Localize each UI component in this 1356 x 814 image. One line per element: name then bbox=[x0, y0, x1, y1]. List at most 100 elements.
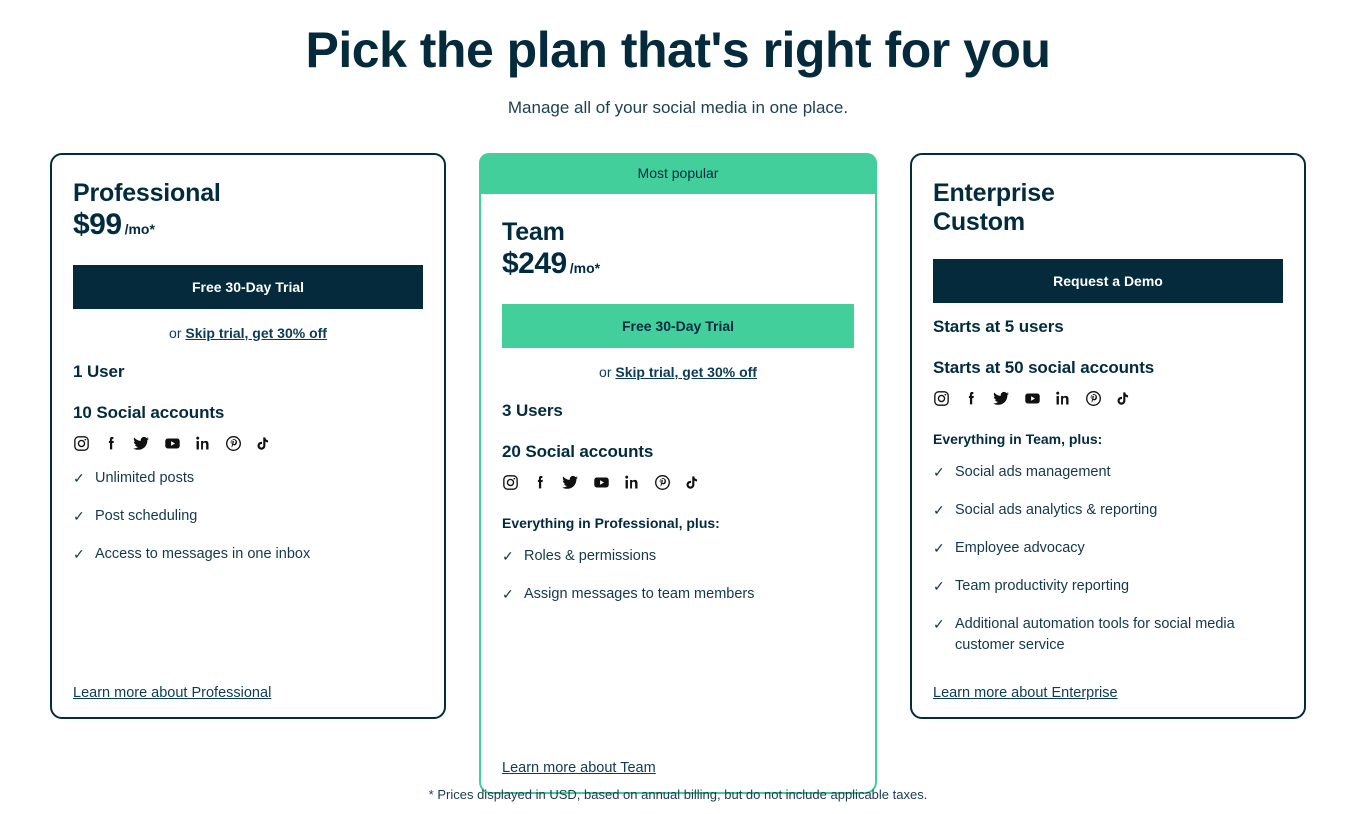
linkedin-icon bbox=[195, 435, 212, 452]
check-icon: ✓ bbox=[933, 500, 945, 520]
skip-trial-link-professional[interactable]: Skip trial, get 30% off bbox=[185, 325, 327, 341]
facebook-icon bbox=[532, 474, 548, 491]
spec-accounts-team: 20 Social accounts bbox=[502, 442, 854, 462]
check-icon: ✓ bbox=[502, 546, 514, 566]
feature-label: Assign messages to team members bbox=[524, 586, 754, 602]
skip-prefix: or bbox=[599, 364, 615, 380]
linkedin-icon bbox=[624, 474, 641, 491]
tiktok-icon bbox=[684, 474, 699, 491]
feature-label: Team productivity reporting bbox=[955, 578, 1129, 594]
check-icon: ✓ bbox=[933, 576, 945, 596]
card-body-enterprise: EnterpriseCustom Request a Demo Starts at … bbox=[910, 153, 1306, 719]
plan-name-team: Team bbox=[502, 216, 854, 248]
check-icon: ✓ bbox=[502, 584, 514, 604]
tiktok-icon bbox=[1115, 390, 1130, 407]
instagram-icon bbox=[933, 390, 950, 407]
price-period: /mo* bbox=[125, 221, 155, 237]
facebook-icon bbox=[103, 435, 119, 452]
most-popular-badge: Most popular bbox=[479, 153, 877, 194]
feature-label: Post scheduling bbox=[95, 508, 197, 524]
twitter-icon bbox=[132, 435, 150, 452]
social-icons-professional bbox=[73, 435, 423, 453]
twitter-icon bbox=[992, 390, 1010, 407]
spec-users-enterprise: Starts at 5 users bbox=[933, 317, 1283, 337]
page-title: Pick the plan that's right for you bbox=[0, 0, 1356, 78]
plus-line-enterprise: Everything in Team, plus: bbox=[933, 431, 1283, 447]
pinterest-icon bbox=[1085, 390, 1102, 407]
price-amount: $99 bbox=[73, 208, 122, 241]
feature-item: ✓ Access to messages in one inbox bbox=[73, 544, 423, 565]
feature-item: ✓ Assign messages to team members bbox=[502, 584, 854, 605]
twitter-icon bbox=[561, 474, 579, 491]
skip-trial-link-team[interactable]: Skip trial, get 30% off bbox=[615, 364, 757, 380]
card-body-team: Team$249/mo* Free 30-Day Trial or Skip tri… bbox=[479, 194, 877, 794]
skip-trial-row-team: or Skip trial, get 30% off bbox=[502, 364, 854, 380]
plus-line-team: Everything in Professional, plus: bbox=[502, 515, 854, 531]
skip-prefix: or bbox=[169, 325, 185, 341]
feature-item: ✓ Roles & permissions bbox=[502, 546, 854, 567]
youtube-icon bbox=[592, 474, 611, 491]
feature-label: Unlimited posts bbox=[95, 470, 194, 486]
cta-button-enterprise[interactable]: Request a Demo bbox=[933, 259, 1283, 303]
feature-item: ✓ Social ads management bbox=[933, 462, 1283, 483]
skip-trial-row-professional: or Skip trial, get 30% off bbox=[73, 325, 423, 341]
instagram-icon bbox=[73, 435, 90, 452]
page-subtitle: Manage all of your social media in one p… bbox=[0, 98, 1356, 118]
feature-item: ✓ Social ads analytics & reporting bbox=[933, 500, 1283, 521]
spec-accounts-enterprise: Starts at 50 social accounts bbox=[933, 358, 1283, 378]
feature-item: ✓ Additional automation tools for social … bbox=[933, 614, 1283, 656]
price-amount: $249 bbox=[502, 247, 567, 280]
check-icon: ✓ bbox=[933, 538, 945, 558]
feature-label: Roles & permissions bbox=[524, 548, 656, 564]
tiktok-icon bbox=[255, 435, 270, 452]
feature-list-professional: ✓ Unlimited posts ✓ Post scheduling ✓ Access … bbox=[73, 468, 423, 582]
check-icon: ✓ bbox=[933, 614, 945, 634]
spec-users-team: 3 Users bbox=[502, 401, 854, 421]
feature-item: ✓ Unlimited posts bbox=[73, 468, 423, 489]
youtube-icon bbox=[1023, 390, 1042, 407]
cta-button-team[interactable]: Free 30-Day Trial bbox=[502, 304, 854, 348]
pricing-disclaimer: * Prices displayed in USD, based on annu… bbox=[0, 787, 1356, 802]
price-period: /mo* bbox=[570, 260, 600, 276]
pricing-card-enterprise: EnterpriseCustom Request a Demo Starts at … bbox=[910, 153, 1306, 719]
plan-price-team: $249/mo* bbox=[502, 247, 854, 282]
pinterest-icon bbox=[654, 474, 671, 491]
linkedin-icon bbox=[1055, 390, 1072, 407]
spec-users-professional: 1 User bbox=[73, 362, 423, 382]
price-amount: Custom bbox=[933, 208, 1025, 236]
youtube-icon bbox=[163, 435, 182, 452]
facebook-icon bbox=[963, 390, 979, 407]
pricing-page: Pick the plan that's right for you Manag… bbox=[0, 0, 1356, 814]
learn-more-link-team[interactable]: Learn more about Team bbox=[502, 760, 656, 776]
plan-name-enterprise: Enterprise bbox=[933, 177, 1283, 209]
spec-accounts-professional: 10 Social accounts bbox=[73, 403, 423, 423]
check-icon: ✓ bbox=[73, 544, 85, 564]
feature-item: ✓ Post scheduling bbox=[73, 506, 423, 527]
social-icons-enterprise bbox=[933, 390, 1283, 408]
cta-button-professional[interactable]: Free 30-Day Trial bbox=[73, 265, 423, 309]
feature-list-enterprise: ✓ Social ads management ✓ Social ads analyt… bbox=[933, 462, 1283, 673]
feature-item: ✓ Team productivity reporting bbox=[933, 576, 1283, 597]
pinterest-icon bbox=[225, 435, 242, 452]
instagram-icon bbox=[502, 474, 519, 491]
check-icon: ✓ bbox=[73, 468, 85, 488]
plan-price-professional: $99/mo* bbox=[73, 208, 423, 243]
feature-label: Employee advocacy bbox=[955, 540, 1085, 556]
feature-label: Social ads analytics & reporting bbox=[955, 502, 1157, 518]
pricing-card-professional: Professional$99/mo* Free 30-Day Trial or S… bbox=[50, 153, 446, 719]
feature-label: Access to messages in one inbox bbox=[95, 546, 310, 562]
learn-more-link-professional[interactable]: Learn more about Professional bbox=[73, 685, 271, 701]
pricing-card-team: Most popular Team$249/mo* Free 30-Day Tria… bbox=[479, 153, 877, 794]
check-icon: ✓ bbox=[933, 462, 945, 482]
check-icon: ✓ bbox=[73, 506, 85, 526]
plan-name-professional: Professional bbox=[73, 177, 423, 209]
learn-more-link-enterprise[interactable]: Learn more about Enterprise bbox=[933, 685, 1118, 701]
feature-label: Additional automation tools for social m… bbox=[955, 616, 1235, 653]
feature-label: Social ads management bbox=[955, 464, 1111, 480]
social-icons-team bbox=[502, 474, 854, 492]
pricing-cards-row: Professional$99/mo* Free 30-Day Trial or S… bbox=[50, 153, 1306, 794]
plan-price-enterprise: Custom bbox=[933, 208, 1283, 237]
card-body-professional: Professional$99/mo* Free 30-Day Trial or S… bbox=[50, 153, 446, 719]
feature-list-team: ✓ Roles & permissions ✓ Assign messages to … bbox=[502, 546, 854, 622]
feature-item: ✓ Employee advocacy bbox=[933, 538, 1283, 559]
